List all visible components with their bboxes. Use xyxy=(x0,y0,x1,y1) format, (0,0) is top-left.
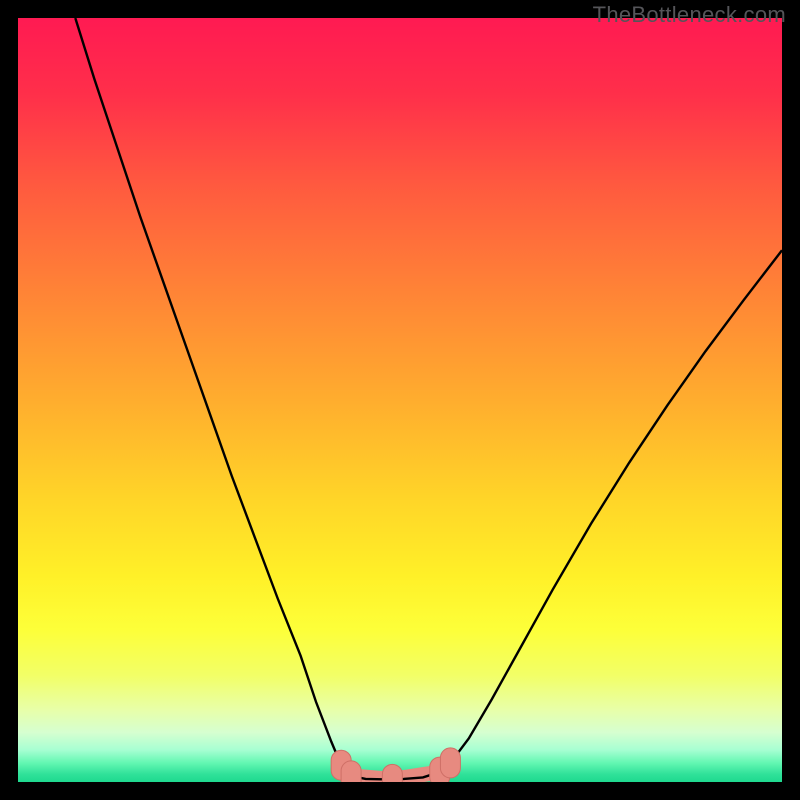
chart-frame: TheBottleneck.com xyxy=(0,0,800,800)
curve-marker xyxy=(440,748,460,778)
curve-marker xyxy=(341,761,361,782)
marker-group xyxy=(331,748,460,782)
plot-area xyxy=(18,18,782,782)
bottleneck-curve xyxy=(75,18,782,779)
curve-layer xyxy=(18,18,782,782)
attribution-text: TheBottleneck.com xyxy=(593,2,786,28)
curve-marker xyxy=(382,764,402,782)
